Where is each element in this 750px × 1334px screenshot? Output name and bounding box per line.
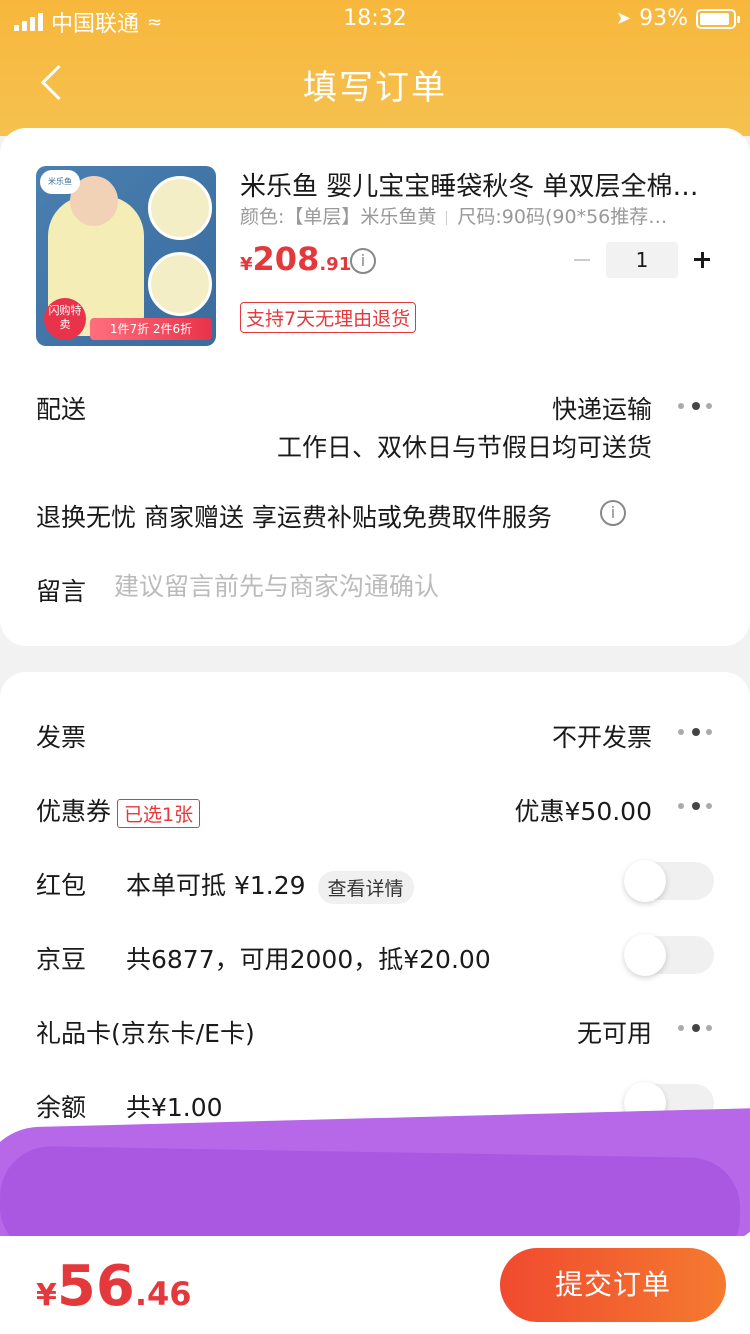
checkout-bar: ¥56.46 提交订单 [0,1236,750,1334]
product-title[interactable]: 米乐鱼 婴儿宝宝睡袋秋冬 单双层全棉… [240,166,710,203]
discount-promo: 1件7折 2件6折 [90,318,212,340]
red-packet-detail-button[interactable]: 查看详情 [317,870,414,904]
price-integer: 208 [252,240,320,278]
invoice-more-icon[interactable] [676,726,714,738]
red-packet-text: 本单可抵 ¥1.29 [126,871,306,900]
balance-text: 共¥1.00 [126,1093,223,1122]
quantity-stepper: 1 [570,242,716,278]
product-image-detail-fabric [148,252,212,316]
quantity-value[interactable]: 1 [606,242,678,278]
gift-card-value[interactable]: 无可用 [577,1014,652,1050]
jd-beans-label: 京豆 [36,945,87,974]
product-image[interactable]: 米乐鱼 闪购特卖 1件7折 2件6折 [36,166,216,346]
service-info-icon[interactable]: i [600,500,626,526]
decrease-button[interactable] [570,242,596,278]
product-image-detail-zipper [148,176,212,240]
message-label: 留言 [36,577,87,606]
header: 中国联通 ≈ 18:32 ➤ 93% 填写订单 [0,0,750,136]
product-color: 颜色:【单层】米乐鱼黄 [240,206,437,228]
price-info-icon[interactable]: i [350,248,376,274]
coupon-selected-badge: 已选1张 [117,798,201,828]
delivery-more-icon[interactable] [676,400,714,412]
price-symbol: ¥ [240,254,253,275]
increase-button[interactable] [688,242,716,278]
red-packet-label: 红包 [36,871,87,900]
service-text: 退换无忧 商家赠送 享运费补贴或免费取件服务 [36,503,552,532]
red-packet-info: 本单可抵 ¥1.29 查看详情 [126,866,414,904]
total-price-integer: 56 [56,1254,135,1319]
product-size: 尺码:90码(90*56推荐… [457,206,668,228]
battery-percent: 93% [639,6,688,31]
toggle-knob [624,934,666,976]
coupon-value[interactable]: 优惠¥50.00 [515,792,652,828]
price-decimal: .91 [319,254,352,275]
return-policy-tag: 支持7天无理由退货 [240,302,417,333]
invoice-value[interactable]: 不开发票 [552,718,652,754]
flash-sale-badge: 闪购特卖 [44,298,86,340]
coupon-row: 优惠券 已选1张 [36,792,201,828]
total-price-decimal: .46 [134,1275,192,1313]
order-card: 米乐鱼 闪购特卖 1件7折 2件6折 米乐鱼 婴儿宝宝睡袋秋冬 单双层全棉… 颜… [0,128,750,646]
product-price: ¥208.91 [240,240,351,278]
coupon-label: 优惠券 [36,797,112,826]
total-price: ¥56.46 [36,1254,192,1319]
delivery-note: 工作日、双休日与节假日均可送货 [276,433,652,462]
brand-logo: 米乐鱼 [40,170,80,194]
coupon-more-icon[interactable] [676,800,714,812]
nav-bar: 填写订单 [0,46,750,122]
delivery-label: 配送 [36,395,87,424]
status-bar: 中国联通 ≈ 18:32 ➤ 93% [0,0,750,40]
gift-card-label: 礼品卡(京东卡/E卡) [36,1019,255,1048]
location-icon: ➤ [616,8,632,29]
total-price-symbol: ¥ [36,1278,57,1313]
page-title: 填写订单 [303,68,447,108]
gift-card-more-icon[interactable] [676,1022,714,1034]
red-packet-toggle[interactable] [624,860,714,902]
invoice-label: 发票 [36,723,87,752]
toggle-knob [624,860,666,902]
jd-beans-toggle[interactable] [624,934,714,976]
delivery-method[interactable]: 快递运输 [552,390,652,426]
jd-beans-text: 共6877，可用2000，抵¥20.00 [126,945,491,974]
message-input[interactable] [114,564,714,608]
product-spec: 颜色:【单层】米乐鱼黄 尺码:90码(90*56推荐… [240,202,710,229]
balance-label: 余额 [36,1093,87,1122]
battery-icon [696,8,740,29]
spec-divider [446,210,448,225]
submit-order-button[interactable]: 提交订单 [500,1248,726,1322]
